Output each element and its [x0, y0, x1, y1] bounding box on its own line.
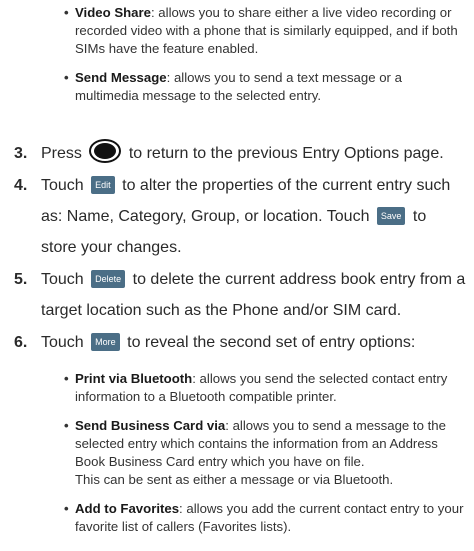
bullet-dot: •	[64, 418, 69, 433]
bullet-term: Add to Favorites	[75, 501, 180, 516]
bullet-term: Print via Bluetooth	[75, 371, 193, 386]
bullet-dot: •	[64, 5, 69, 20]
bullet-print-via-bluetooth: • Print via Bluetooth: allows you send t…	[64, 370, 466, 406]
step-6: 6. Touch More to reveal the second set o…	[14, 327, 466, 358]
step-number: 6.	[14, 334, 28, 351]
home-key-icon	[89, 139, 122, 163]
top-bullet-list: • Video Share: allows you to share eithe…	[64, 4, 466, 116]
bullet-send-business-card: • Send Business Card via: allows you to …	[64, 417, 466, 489]
step-text: Touch	[41, 334, 84, 351]
bullet-term: Video Share	[75, 5, 151, 20]
bullet-dot: •	[64, 70, 69, 85]
delete-button-icon: Delete	[91, 270, 126, 288]
step-number: 4.	[14, 177, 28, 194]
bullet-extra-text: This can be sent as either a message or …	[75, 472, 394, 487]
bullet-term: Send Business Card via	[75, 418, 226, 433]
step-4: 4. Touch Edit to alter the properties of…	[14, 170, 466, 263]
step-5: 5. Touch Delete to delete the current ad…	[14, 264, 466, 326]
bullet-dot: •	[64, 501, 69, 516]
bullet-add-to-favorites: • Add to Favorites: allows you add the c…	[64, 500, 466, 536]
manual-page: • Video Share: allows you to share eithe…	[0, 0, 474, 551]
step-text: to reveal the second set of entry option…	[127, 334, 416, 351]
step-number: 3.	[14, 145, 28, 162]
bottom-bullet-list: • Print via Bluetooth: allows you send t…	[64, 370, 466, 547]
bullet-send-message: • Send Message: allows you to send a tex…	[64, 69, 466, 105]
step-text: Press	[41, 145, 82, 162]
bullet-term: Send Message	[75, 70, 167, 85]
step-text: to return to the previous Entry Options …	[128, 145, 444, 162]
more-button-icon: More	[91, 333, 120, 351]
save-button-icon: Save	[376, 207, 406, 225]
step-3: 3. Press to return to the previous Entry…	[14, 138, 466, 169]
edit-button-icon: Edit	[91, 176, 115, 194]
step-text: Touch	[41, 177, 84, 194]
bullet-video-share: • Video Share: allows you to share eithe…	[64, 4, 466, 58]
step-number: 5.	[14, 271, 28, 288]
step-text: Touch	[41, 271, 84, 288]
bullet-dot: •	[64, 371, 69, 386]
